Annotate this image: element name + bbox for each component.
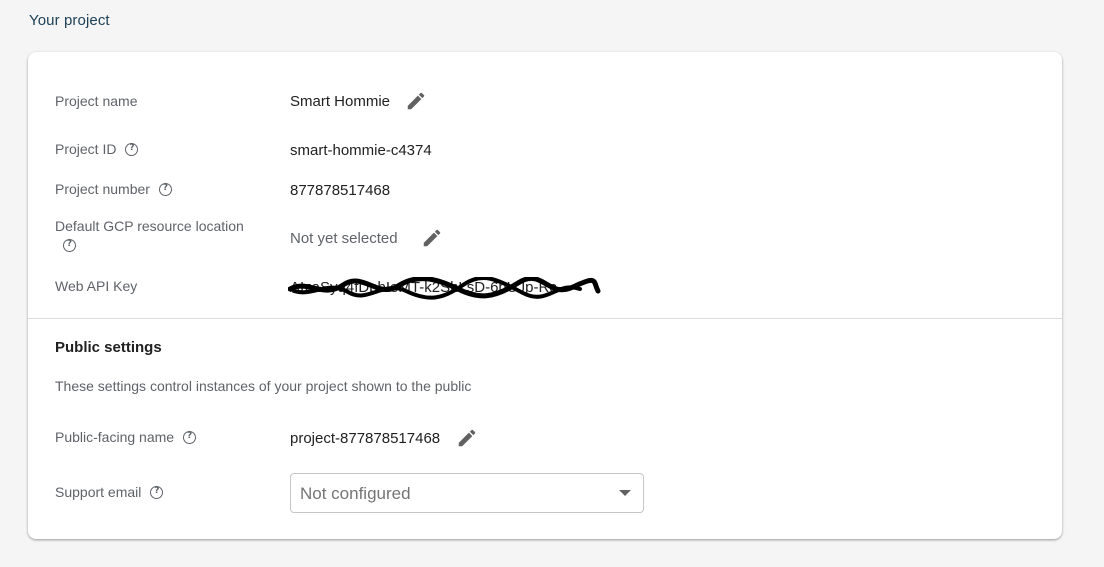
support-email-help-icon[interactable] <box>150 485 164 499</box>
project-number-label: Project number <box>55 181 172 197</box>
project-number-help-icon[interactable] <box>158 182 172 196</box>
section-title: Your project <box>29 12 110 29</box>
project-settings-card: Project name Smart Hommie Project ID sma… <box>28 52 1062 539</box>
public-name-help-icon[interactable] <box>183 430 197 444</box>
project-id-help-icon[interactable] <box>125 142 139 156</box>
web-api-key-field: AIzaSyq4fDpbIeMT-k2ShLsD-6hUJp-Rc <box>288 277 605 301</box>
support-email-selected-value: Not configured <box>300 484 411 503</box>
project-id-value: smart-hommie-c4374 <box>290 142 432 159</box>
gcp-location-label: Default GCP resource location <box>55 218 265 253</box>
gcp-location-value: Not yet selected <box>290 230 398 247</box>
gcp-location-help-icon[interactable] <box>63 239 76 252</box>
gcp-location-label-text: Default GCP resource location <box>55 218 244 234</box>
edit-project-name-pencil-icon[interactable] <box>405 90 427 112</box>
edit-gcp-location-pencil-icon[interactable] <box>421 227 443 249</box>
edit-public-name-pencil-icon[interactable] <box>456 427 478 449</box>
support-email-label: Support email <box>55 484 164 500</box>
web-api-key-label: Web API Key <box>55 278 138 294</box>
project-name-label: Project name <box>55 93 138 109</box>
project-id-label: Project ID <box>55 141 139 157</box>
public-settings-description: These settings control instances of your… <box>55 378 472 394</box>
caret-down-icon <box>619 490 631 496</box>
public-name-label-text: Public-facing name <box>55 429 175 445</box>
section-divider <box>28 318 1062 319</box>
support-email-label-text: Support email <box>55 484 142 500</box>
support-email-select[interactable]: Not configured <box>290 473 644 513</box>
public-name-label: Public-facing name <box>55 429 197 445</box>
redaction-scribble <box>288 277 601 300</box>
project-name-value: Smart Hommie <box>290 93 391 110</box>
public-name-value: project-877878517468 <box>290 430 441 447</box>
public-settings-title: Public settings <box>55 339 162 356</box>
project-number-label-text: Project number <box>55 181 150 197</box>
project-id-label-text: Project ID <box>55 141 117 157</box>
project-number-value: 877878517468 <box>290 182 391 199</box>
